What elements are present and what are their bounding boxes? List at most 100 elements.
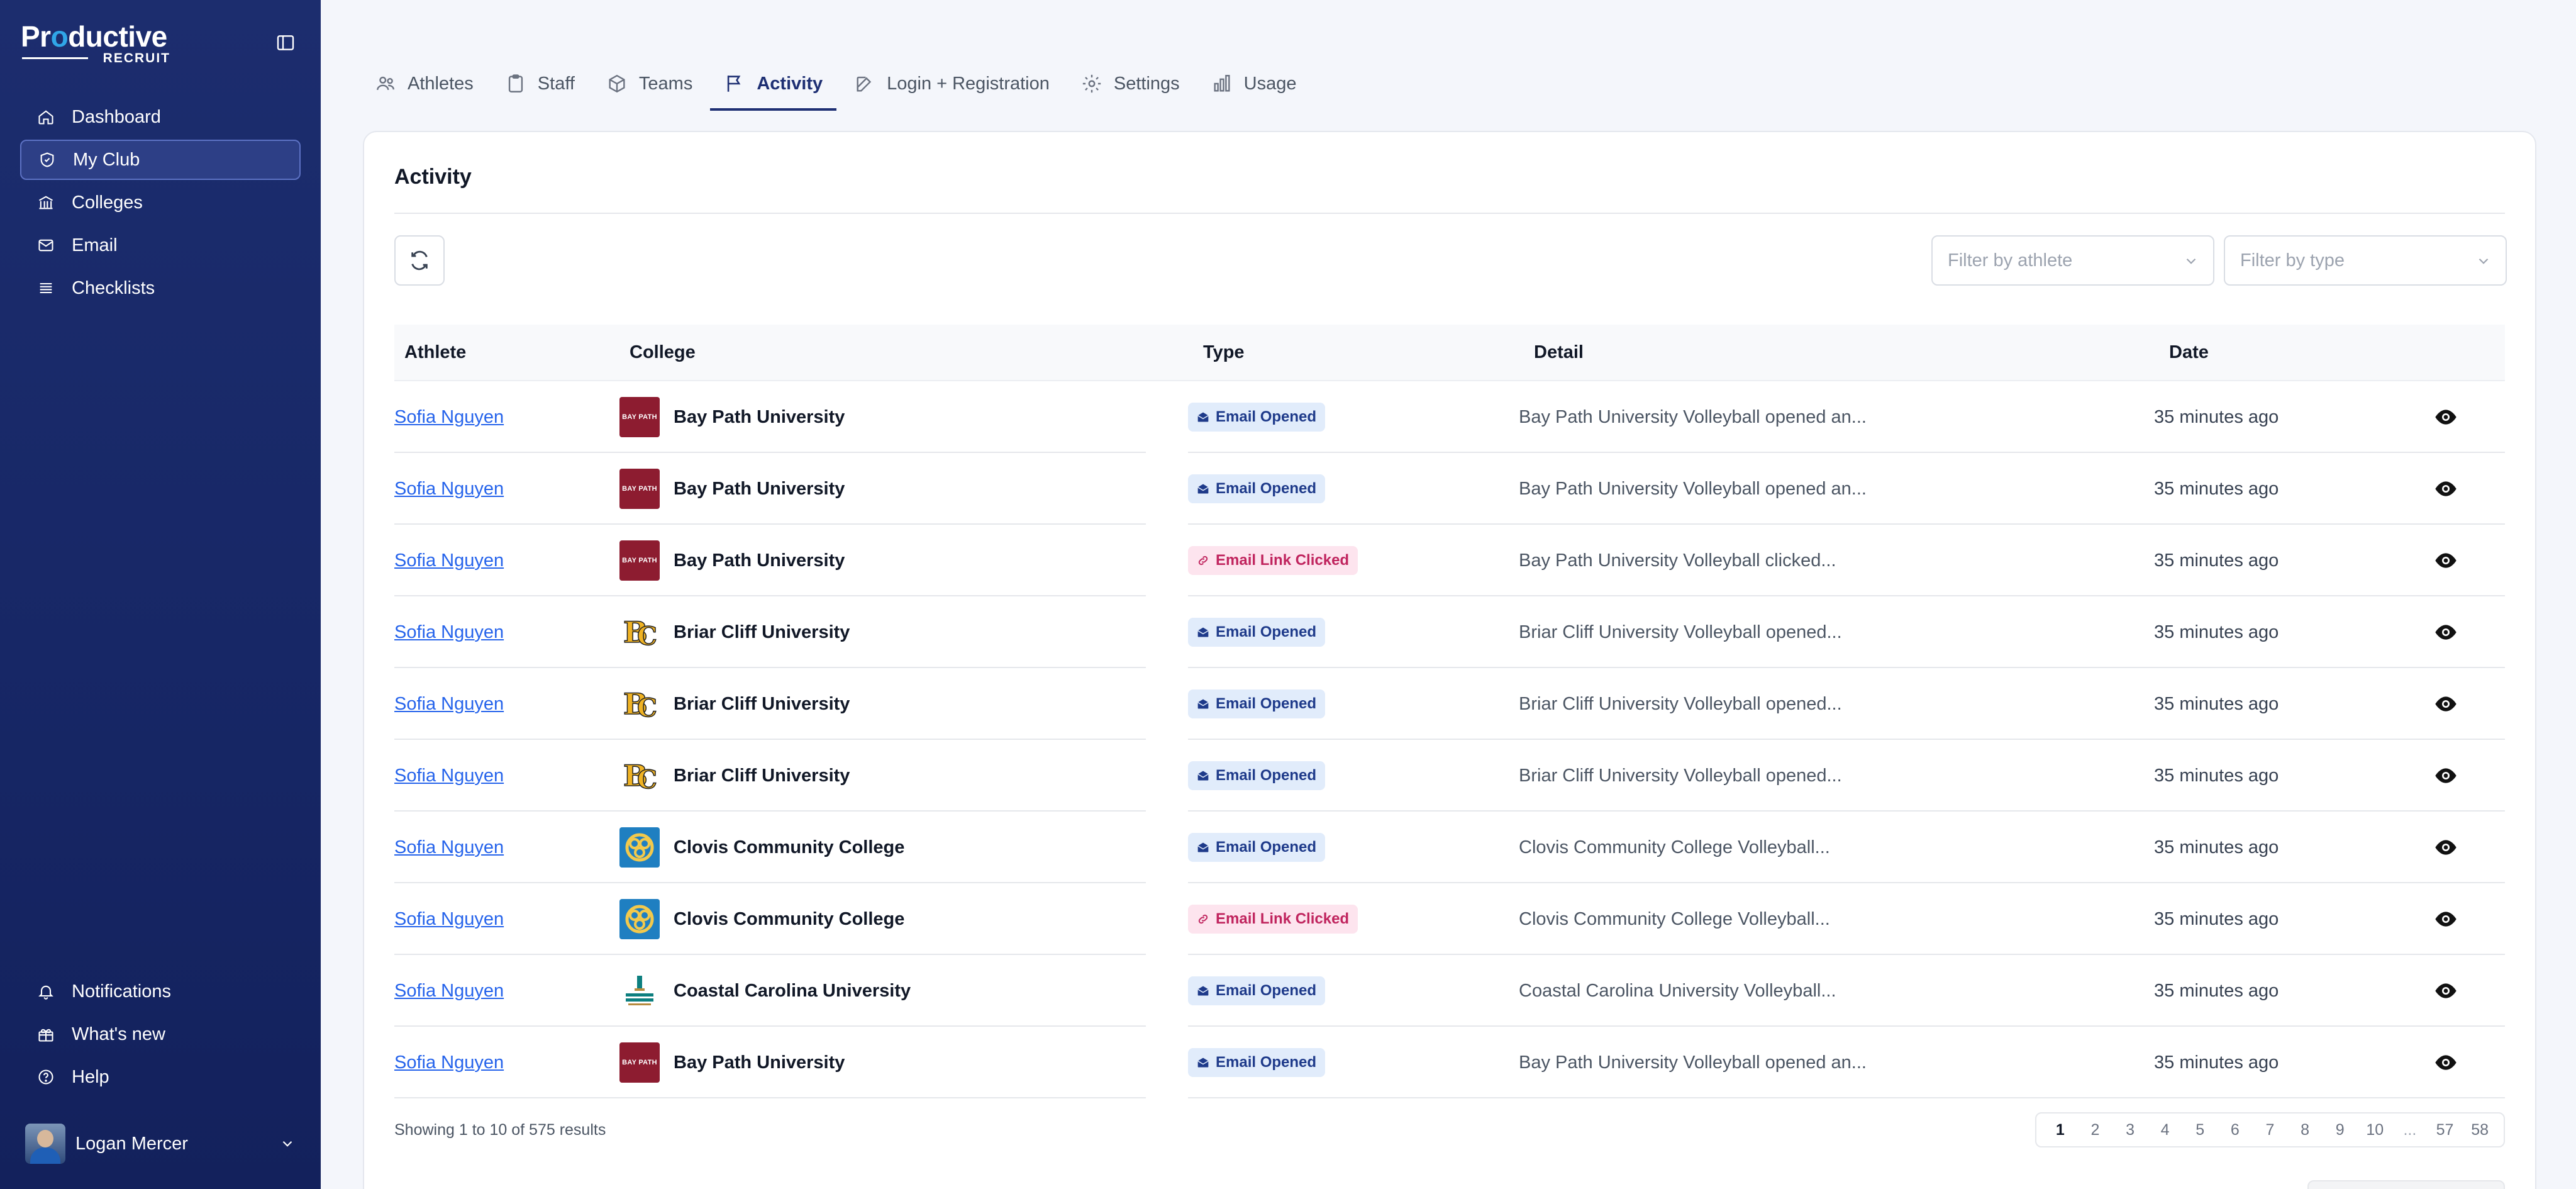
type-cell: Email Opened bbox=[1188, 596, 1326, 668]
sidebar-item-dashboard[interactable]: Dashboard bbox=[20, 97, 301, 137]
college-logo-icon: BAY PATH bbox=[619, 1042, 660, 1083]
page-button-2[interactable]: 2 bbox=[2078, 1121, 2113, 1139]
table-row[interactable]: Sofia Nguyen BAY PATH Bay Path University E… bbox=[394, 381, 2505, 453]
college-cell: BAY PATH Bay Path University bbox=[619, 381, 845, 453]
athlete-link[interactable]: Sofia Nguyen bbox=[394, 837, 504, 858]
sidebar-collapse-button[interactable] bbox=[274, 31, 297, 54]
sidebar-item-my-club[interactable]: My Club bbox=[20, 140, 301, 180]
sidebar-item-whats-new[interactable]: What's new bbox=[20, 1014, 301, 1054]
tab-activity[interactable]: Activity bbox=[710, 55, 836, 112]
table-row[interactable]: Sofia Nguyen Coastal Carolina University E… bbox=[394, 955, 2505, 1027]
column-header-college[interactable]: College bbox=[630, 342, 696, 363]
eye-icon[interactable] bbox=[2433, 907, 2458, 932]
building-icon bbox=[36, 193, 55, 212]
activity-detail: Bay Path University Volleyball opened an… bbox=[1519, 478, 1867, 499]
sidebar-item-checklists[interactable]: Checklists bbox=[20, 268, 301, 308]
table-row[interactable]: Sofia Nguyen B C Briar Cliff University Emai… bbox=[394, 740, 2505, 812]
sidebar-item-label: What's new bbox=[72, 1024, 165, 1044]
app-root: Productive RECRUIT Dashboard My Club Col… bbox=[0, 0, 2576, 1189]
athlete-link[interactable]: Sofia Nguyen bbox=[394, 1052, 504, 1073]
tab-label: Settings bbox=[1113, 73, 1180, 94]
page-size-control[interactable] bbox=[2307, 1180, 2505, 1189]
activity-type-badge: Email Opened bbox=[1188, 474, 1326, 503]
filter-athlete-select[interactable]: Filter by athlete bbox=[1931, 235, 2214, 286]
page-button-7[interactable]: 7 bbox=[2253, 1121, 2288, 1139]
view-cell bbox=[2433, 596, 2458, 668]
athlete-link[interactable]: Sofia Nguyen bbox=[394, 981, 504, 1002]
page-button-4[interactable]: 4 bbox=[2148, 1121, 2183, 1139]
table-row[interactable]: Sofia Nguyen BAY PATH Bay Path University E… bbox=[394, 1027, 2505, 1098]
college-logo-icon: BC bbox=[619, 756, 660, 796]
activity-detail: Clovis Community College Volleyball... bbox=[1519, 908, 1830, 929]
chevron-down-icon bbox=[2479, 258, 2489, 264]
page-button-1[interactable]: 1 bbox=[2043, 1121, 2078, 1139]
eye-icon[interactable] bbox=[2433, 835, 2458, 860]
page-button-5[interactable]: 5 bbox=[2182, 1121, 2218, 1139]
eye-icon[interactable] bbox=[2433, 691, 2458, 717]
filter-type-placeholder: Filter by type bbox=[2240, 250, 2345, 271]
athlete-link[interactable]: Sofia Nguyen bbox=[394, 694, 504, 715]
sidebar-item-label: My Club bbox=[73, 149, 140, 170]
activity-detail: Briar Cliff University Volleyball opened… bbox=[1519, 765, 1842, 786]
athlete-link[interactable]: Sofia Nguyen bbox=[394, 909, 504, 930]
column-header-detail[interactable]: Detail bbox=[1534, 342, 1584, 363]
tab-staff[interactable]: Staff bbox=[505, 55, 575, 112]
tab-usage[interactable]: Usage bbox=[1211, 55, 1296, 112]
activity-type-label: Email Opened bbox=[1216, 839, 1317, 856]
sidebar-item-notifications[interactable]: Notifications bbox=[20, 971, 301, 1012]
brand-logo[interactable]: Productive RECRUIT bbox=[21, 21, 172, 65]
sidebar-item-help[interactable]: Help bbox=[20, 1057, 301, 1097]
date-cell: 35 minutes ago bbox=[2154, 525, 2279, 596]
page-button-3[interactable]: 3 bbox=[2112, 1121, 2148, 1139]
page-button-8[interactable]: 8 bbox=[2287, 1121, 2323, 1139]
eye-icon[interactable] bbox=[2433, 620, 2458, 645]
refresh-button[interactable] bbox=[394, 235, 445, 286]
column-header-type[interactable]: Type bbox=[1203, 342, 1245, 363]
column-header-athlete[interactable]: Athlete bbox=[404, 342, 466, 363]
table-row[interactable]: Sofia Nguyen B C Briar Cliff University Emai… bbox=[394, 668, 2505, 740]
eye-icon[interactable] bbox=[2433, 978, 2458, 1003]
date-cell: 35 minutes ago bbox=[2154, 668, 2279, 740]
athlete-cell: Sofia Nguyen bbox=[394, 740, 504, 812]
athlete-link[interactable]: Sofia Nguyen bbox=[394, 550, 504, 571]
sidebar-item-colleges[interactable]: Colleges bbox=[20, 182, 301, 223]
eye-icon[interactable] bbox=[2433, 548, 2458, 573]
college-logo-icon bbox=[619, 899, 660, 939]
page-button-10[interactable]: 10 bbox=[2357, 1121, 2392, 1139]
flag-icon bbox=[724, 73, 745, 94]
athlete-link[interactable]: Sofia Nguyen bbox=[394, 622, 504, 643]
sidebar-item-email[interactable]: Email bbox=[20, 225, 301, 265]
table-row[interactable]: Sofia Nguyen Clovis Community College Emai… bbox=[394, 883, 2505, 955]
list-icon bbox=[36, 279, 55, 298]
table-row[interactable]: Sofia Nguyen BAY PATH Bay Path University E… bbox=[394, 453, 2505, 525]
eye-icon[interactable] bbox=[2433, 476, 2458, 501]
page-button-9[interactable]: 9 bbox=[2323, 1121, 2358, 1139]
eye-icon[interactable] bbox=[2433, 1050, 2458, 1075]
table-header: Athlete College Type Detail Date bbox=[394, 325, 2505, 381]
athlete-link[interactable]: Sofia Nguyen bbox=[394, 407, 504, 428]
table-row[interactable]: Sofia Nguyen BAY PATH Bay Path University E… bbox=[394, 525, 2505, 596]
tab-settings[interactable]: Settings bbox=[1081, 55, 1180, 112]
activity-type-label: Email Opened bbox=[1216, 982, 1317, 999]
help-icon bbox=[36, 1068, 55, 1086]
mail-icon bbox=[36, 236, 55, 255]
table-row[interactable]: Sofia Nguyen B C Briar Cliff University Emai… bbox=[394, 596, 2505, 668]
eye-icon[interactable] bbox=[2433, 763, 2458, 788]
table-row[interactable]: Sofia Nguyen Clovis Community College Emai… bbox=[394, 812, 2505, 883]
page-button-58[interactable]: 58 bbox=[2462, 1121, 2497, 1139]
user-menu[interactable]: Logan Mercer bbox=[25, 1123, 296, 1164]
sidebar-item-label: Colleges bbox=[72, 192, 143, 213]
page-button-57[interactable]: 57 bbox=[2428, 1121, 2463, 1139]
eye-icon[interactable] bbox=[2433, 405, 2458, 430]
filter-type-select[interactable]: Filter by type bbox=[2224, 235, 2507, 286]
column-header-date[interactable]: Date bbox=[2169, 342, 2209, 363]
mail-open-icon bbox=[1197, 483, 1209, 495]
college-name: Coastal Carolina University bbox=[674, 980, 911, 1001]
athlete-cell: Sofia Nguyen bbox=[394, 955, 504, 1027]
athlete-link[interactable]: Sofia Nguyen bbox=[394, 766, 504, 786]
tab-athletes[interactable]: Athletes bbox=[375, 55, 474, 112]
tab-teams[interactable]: Teams bbox=[606, 55, 692, 112]
athlete-link[interactable]: Sofia Nguyen bbox=[394, 479, 504, 500]
page-button-6[interactable]: 6 bbox=[2218, 1121, 2253, 1139]
tab-login-registration[interactable]: Login + Registration bbox=[854, 55, 1050, 112]
